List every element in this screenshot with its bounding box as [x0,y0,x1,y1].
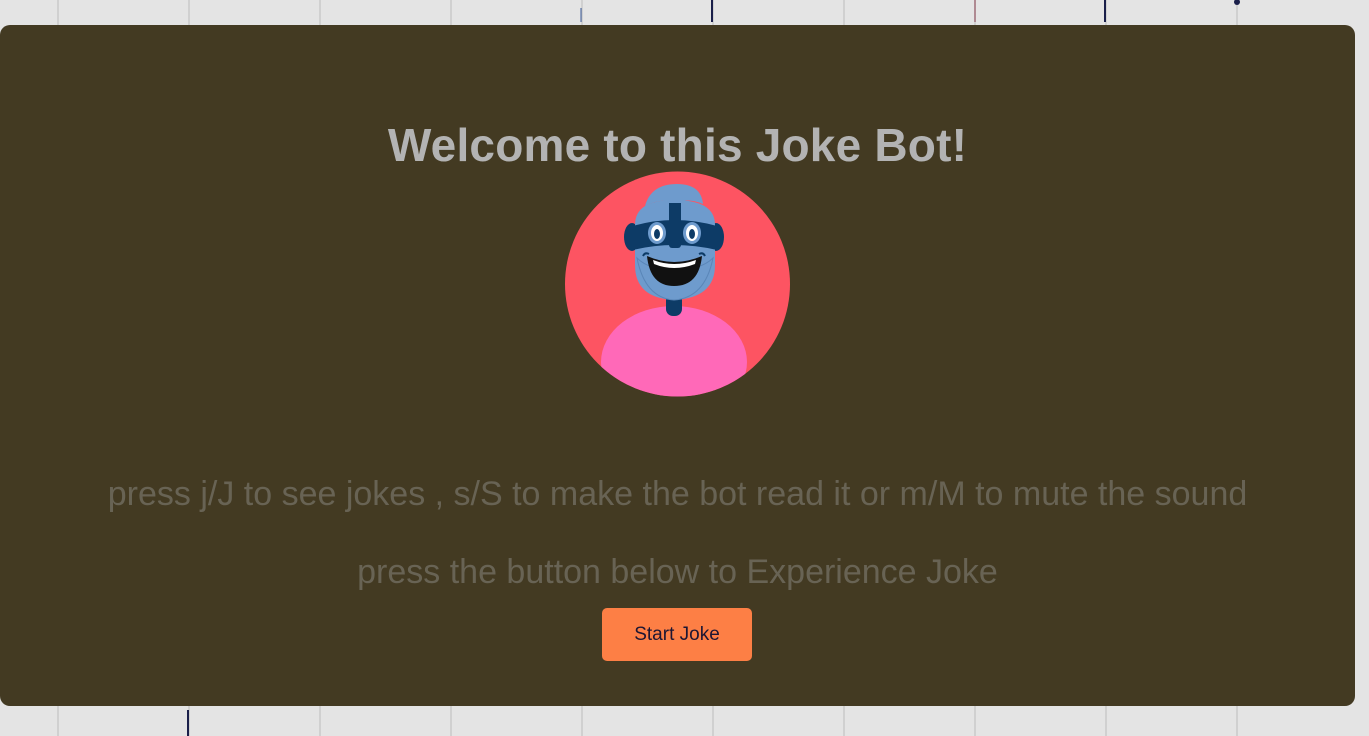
bot-face-icon [565,171,790,397]
page-title: Welcome to this Joke Bot! [387,119,968,171]
keyboard-instructions: press j/J to see jokes , s/S to make the… [107,475,1248,513]
start-joke-button[interactable]: Start Joke [602,608,752,661]
start-prompt: press the button below to Experience Jok… [357,553,998,591]
